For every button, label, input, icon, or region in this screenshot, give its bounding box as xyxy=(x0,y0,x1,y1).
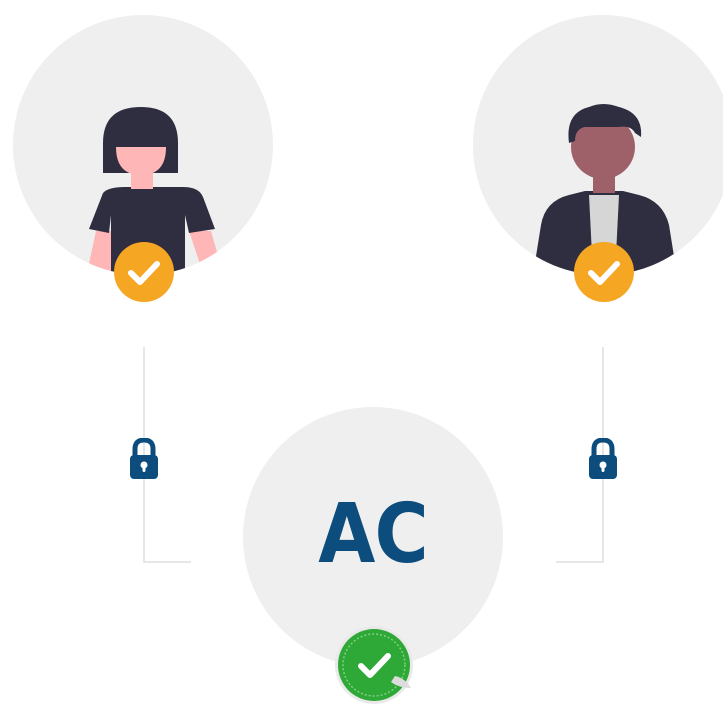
lock-icon xyxy=(589,438,617,479)
connector-left-horizontal xyxy=(143,561,191,563)
check-icon xyxy=(574,242,634,302)
user-node-left xyxy=(13,15,273,275)
ac-label: AC xyxy=(318,487,428,582)
man-avatar-icon xyxy=(533,104,677,275)
connector-right-horizontal xyxy=(556,561,604,563)
check-icon xyxy=(114,242,174,302)
woman-avatar-icon xyxy=(87,107,223,275)
user-node-right xyxy=(473,15,723,275)
lock-icon xyxy=(130,438,158,479)
verified-check-icon xyxy=(335,626,413,704)
